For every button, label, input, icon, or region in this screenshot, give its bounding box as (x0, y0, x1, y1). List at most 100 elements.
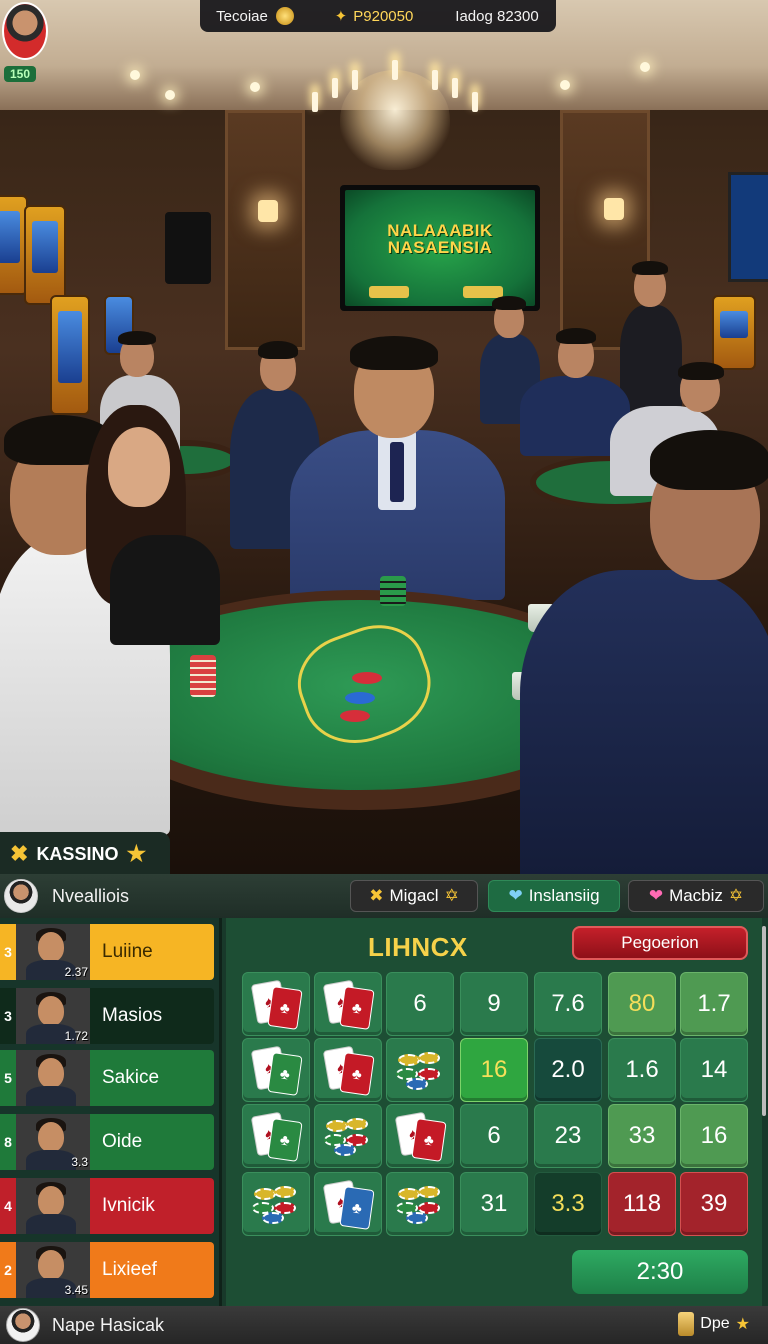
chip-stack (380, 576, 406, 606)
player-avatar[interactable] (2, 2, 48, 60)
crown-icon: ✦ (334, 8, 348, 25)
player-row[interactable]: 8 3.3 Oide (0, 1114, 214, 1170)
betting-board: LIHNCX Pegoerion 2:30 ♠ ♣ ♠ ♣ 6 9 7.6 80 1.7 ♠ ♣ ♠ ♣… (226, 918, 762, 1306)
bottom-right-label: Dpe (700, 1315, 730, 1332)
board-title: LIHNCX (368, 932, 468, 962)
player-row[interactable]: 4 Ivnicik (0, 1178, 214, 1234)
chip-stack-icon (392, 1046, 448, 1094)
player-rank: 5 (0, 1050, 16, 1106)
odds-cell[interactable]: 80 (608, 972, 676, 1036)
cards-cell[interactable]: ♠ ♣ (314, 972, 382, 1036)
bottom-avatar[interactable] (6, 1308, 40, 1342)
bet-spot (352, 672, 382, 684)
chips-cell[interactable] (242, 1172, 310, 1236)
top-status-bar: Tecoiae ✦ P920050 Iadog 82300 (200, 0, 556, 32)
star-icon: ★ (126, 841, 147, 866)
odds-cell[interactable]: 16 (680, 1104, 748, 1168)
game-panel: Nvealliois ✖ Migacl ✡ ❤ Inslansiig ❤ Mac… (0, 874, 768, 1344)
header-avatar[interactable] (4, 879, 38, 913)
player-rank: 2 (0, 1242, 16, 1298)
player-score: 1.72 (64, 1029, 88, 1043)
odds-cell[interactable]: 14 (680, 1038, 748, 1102)
chip-stack (190, 655, 216, 697)
odds-cell[interactable]: 6 (386, 972, 454, 1036)
trophy-icon: ✖ (369, 886, 384, 905)
cards-cell[interactable]: ♠ ♣ (386, 1104, 454, 1168)
odds-cell[interactable]: 6 (460, 1104, 528, 1168)
tab-kassino-label: KASSINO (36, 843, 119, 864)
chip-stack-icon (392, 1180, 448, 1228)
odds-cell[interactable]: 16 (460, 1038, 528, 1102)
odds-cell[interactable]: 23 (534, 1104, 602, 1168)
playing-cards-icon: ♠ ♣ (320, 979, 376, 1030)
odds-cell[interactable]: 2.0 (534, 1038, 602, 1102)
playing-cards-icon: ♠ ♣ (392, 1111, 448, 1162)
slot-machine (24, 205, 66, 305)
player-portrait: 3.3 (16, 1114, 90, 1170)
cards-cell[interactable]: ♠ ♣ (242, 1104, 310, 1168)
migacl-label: Migacl (389, 886, 439, 905)
cards-cell[interactable]: ♠ ♣ (314, 1038, 382, 1102)
casino-scene: NALAAABIK NASAENSIA (0, 0, 768, 875)
playing-cards-icon: ♠ ♣ (248, 1045, 304, 1096)
player-name: Masios (90, 988, 214, 1044)
top-left-label: Tecoiae (216, 7, 268, 25)
migacl-button[interactable]: ✖ Migacl ✡ (350, 880, 478, 912)
odds-cell[interactable]: 33 (608, 1104, 676, 1168)
coin-balance[interactable]: ✦ P920050 (310, 0, 438, 32)
level-badge: 150 (4, 66, 36, 82)
chips-cell[interactable] (314, 1104, 382, 1168)
player-rank: 8 (0, 1114, 16, 1170)
bet-spot (340, 710, 370, 722)
odds-cell[interactable]: 31 (460, 1172, 528, 1236)
slot-machine (50, 295, 90, 415)
player-portrait: 1.72 (16, 988, 90, 1044)
playing-cards-icon: ♠ ♣ (248, 1111, 304, 1162)
cards-cell[interactable]: ♠ ♣ (242, 972, 310, 1036)
odds-cell[interactable]: 39 (680, 1172, 748, 1236)
speaker (165, 212, 211, 284)
macbiz-button[interactable]: ❤ Macbiz ✡ (628, 880, 764, 912)
chips-cell[interactable] (386, 1038, 454, 1102)
player-row[interactable]: 3 2.37 Luiine (0, 924, 214, 980)
tv-title: NALAAABIK NASAENSIA (387, 221, 493, 257)
wall-panel (225, 110, 305, 350)
chips-cell[interactable] (386, 1172, 454, 1236)
odds-cell[interactable]: 7.6 (534, 972, 602, 1036)
top-right-label: Iadog 82300 (455, 7, 539, 25)
coin-balance-value: P920050 (353, 7, 414, 25)
wall-sconce (604, 198, 624, 220)
pegoerion-button[interactable]: Pegoerion (572, 926, 748, 960)
header-player-name: Nvealliois (52, 885, 130, 906)
ceiling-light (560, 80, 570, 90)
tab-kassino[interactable]: ✖ KASSINO ★ (0, 832, 170, 876)
player-row[interactable]: 2 3.45 Lixieef (0, 1242, 214, 1298)
cards-cell[interactable]: ♠ ♣ (242, 1038, 310, 1102)
inslansiig-button[interactable]: ❤ Inslansiig (488, 880, 620, 912)
odds-cell[interactable]: 3.3 (534, 1172, 602, 1236)
player-name: Lixieef (90, 1242, 214, 1298)
scrollbar[interactable] (762, 926, 766, 1116)
timer-button[interactable]: 2:30 (572, 1250, 748, 1294)
odds-cell[interactable]: 1.6 (608, 1038, 676, 1102)
heart-icon: ❤ (648, 886, 664, 905)
player-score: 3.3 (71, 1155, 88, 1169)
playing-cards-icon: ♠ ♣ (248, 979, 304, 1030)
cards-cell[interactable]: ♠ ♣ (314, 1172, 382, 1236)
player-rank: 3 (0, 924, 16, 980)
card-icon (678, 1312, 695, 1336)
bottom-right-badge[interactable]: Dpe ★ (678, 1312, 750, 1336)
player-row[interactable]: 5 Sakice (0, 1050, 214, 1106)
player-score: 2.37 (64, 965, 88, 979)
ceiling-light (250, 82, 260, 92)
chip-stack-icon (248, 1180, 304, 1228)
heart-icon: ❤ (508, 886, 523, 905)
player-name: Luiine (90, 924, 214, 980)
inslansiig-label: Inslansiig (528, 886, 600, 905)
odds-cell[interactable]: 1.7 (680, 972, 748, 1036)
odds-cell[interactable]: 9 (460, 972, 528, 1036)
odds-cell[interactable]: 118 (608, 1172, 676, 1236)
slot-machine (712, 295, 756, 370)
player-list: 3 2.37 Luiine 3 1.72 Masios 5 Sakice 8 3.3 Oide 4 Iv… (0, 918, 222, 1306)
player-row[interactable]: 3 1.72 Masios (0, 988, 214, 1044)
